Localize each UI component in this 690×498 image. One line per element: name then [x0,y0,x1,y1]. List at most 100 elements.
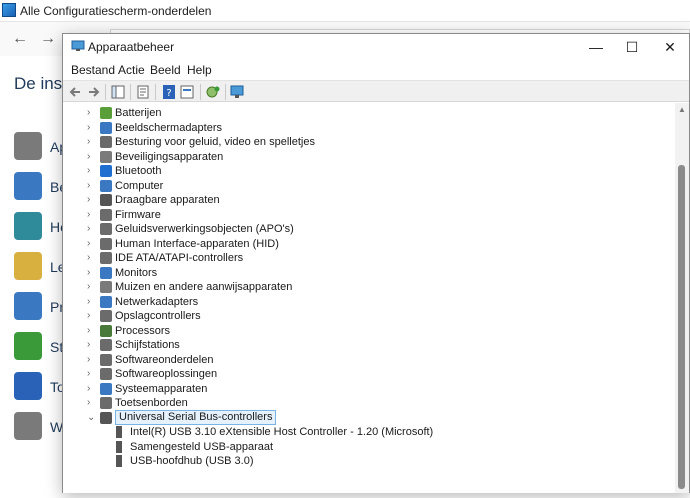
help-icon[interactable]: ? [161,84,177,100]
tree-category-row[interactable]: ⌄ Universal Serial Bus-controllers [63,409,663,425]
tree-category-label: Softwareonderdelen [115,353,214,366]
control-panel-item[interactable]: He [14,212,68,242]
view-icon[interactable] [179,84,195,100]
display-adapter-icon [100,121,112,134]
chevron-right-icon[interactable]: › [87,295,97,309]
usb-device-row[interactable]: Samengesteld USB-apparaat [63,440,663,454]
control-panel-item[interactable]: Le [14,252,66,282]
menu-help[interactable]: Help [187,63,212,77]
device-tree[interactable]: › Batterijen › Beeldschermadapters › Besturin… [63,103,675,493]
tree-category-row[interactable]: › Softwareoplossingen [63,367,663,381]
font-file-icon [14,252,42,280]
tree-category-row[interactable]: › Netwerkadapters [63,295,663,309]
tree-category-row[interactable]: › Opslagcontrollers [63,309,663,323]
control-panel-item[interactable]: To [14,372,65,402]
tree-category-row[interactable]: › Bluetooth [63,164,663,178]
tree-category-label: IDE ATA/ATAPI-controllers [115,252,244,264]
maximize-button[interactable]: ☐ [613,34,651,60]
chevron-right-icon[interactable]: › [87,324,97,338]
tree-category-row[interactable]: › Softwareonderdelen [63,353,663,367]
monitor-icon [100,266,112,279]
chevron-right-icon[interactable]: › [87,150,97,164]
usb-device-row[interactable]: USB-hoofdhub (USB 3.0) [63,454,663,468]
tree-category-row[interactable]: › Schijfstations [63,338,663,352]
chevron-right-icon[interactable]: › [87,382,97,396]
tree-category-row[interactable]: › Beeldschermadapters [63,121,663,135]
chevron-right-icon[interactable]: › [87,135,97,149]
scroll-up-icon[interactable]: ▲ [678,105,686,114]
forward-icon[interactable] [85,84,101,100]
usb-device-row[interactable]: Intel(R) USB 3.10 eXtensible Host Contro… [63,425,663,439]
speaker-icon [100,136,112,148]
chevron-right-icon[interactable]: › [87,280,97,294]
chevron-right-icon[interactable]: › [87,106,97,120]
usb-device-label: USB-hoofdhub (USB 3.0) [130,455,254,467]
forward-arrow-icon[interactable]: → [40,30,56,48]
minimize-button[interactable]: — [577,34,615,60]
usb-icon [100,411,112,424]
tree-category-label: Systeemapparaten [115,382,208,395]
tree-category-row[interactable]: › Muizen en andere aanwijsapparaten [63,280,663,294]
chevron-right-icon[interactable]: › [87,396,97,410]
monitor-restore-icon [14,212,42,240]
monitor-scan-icon[interactable] [229,84,245,100]
chevron-right-icon[interactable]: › [87,353,97,367]
control-panel-item[interactable]: Ap [14,132,67,162]
vertical-scrollbar[interactable]: ▲ [675,103,689,493]
usb-device-icon [116,426,122,438]
tree-category-row[interactable]: › Besturing voor geluid, video en spellet… [63,135,663,149]
tree-category-label: Toetsenborden [115,397,188,409]
back-arrow-icon[interactable]: ← [12,30,28,48]
properties-icon[interactable] [135,84,151,100]
tree-category-row[interactable]: › Human Interface-apparaten (HID) [63,237,663,251]
tree-category-label: Beveiligingsapparaten [115,150,224,163]
chevron-right-icon[interactable]: › [87,208,97,222]
tree-category-row[interactable]: › Toetsenborden [63,396,663,410]
control-panel-item[interactable]: W [14,412,64,442]
back-icon[interactable] [68,84,84,100]
control-panel-item[interactable]: Pr [14,292,64,322]
tree-category-label: Batterijen [115,107,162,119]
chevron-right-icon[interactable]: › [87,193,97,207]
chevron-right-icon[interactable]: › [87,251,97,265]
chevron-right-icon[interactable]: › [87,367,97,381]
tree-category-label: Universal Serial Bus-controllers [115,409,277,425]
close-button[interactable]: ✕ [651,34,689,60]
chevron-right-icon[interactable]: › [87,338,97,352]
control-panel-titlebar: Alle Configuratiescherm-onderdelen [0,0,690,22]
chevron-right-icon[interactable]: › [87,309,97,323]
tree-category-row[interactable]: › IDE ATA/ATAPI-controllers [63,251,663,265]
chevron-right-icon[interactable]: › [87,222,97,236]
tree-category-row[interactable]: › Monitors [63,266,663,280]
tree-category-row[interactable]: › Batterijen [63,106,663,120]
tree-category-row[interactable]: › Draagbare apparaten [63,193,663,207]
tree-category-row[interactable]: › Computer [63,179,663,193]
console-tree-icon[interactable] [110,84,126,100]
control-panel-item[interactable]: Be [14,172,67,202]
flag-icon [14,172,42,200]
device-manager-app-icon [71,40,85,51]
tree-category-label: Netwerkadapters [115,295,199,308]
menu-actie[interactable]: Actie [118,63,145,77]
control-panel-item[interactable]: Sta [14,332,71,362]
chevron-down-icon[interactable]: ⌄ [87,411,97,425]
scan-hardware-icon[interactable] [205,84,221,100]
chevron-right-icon[interactable]: › [87,179,97,193]
scrollbar-thumb[interactable] [678,165,685,489]
menu-bestand[interactable]: Bestand [71,63,115,77]
chevron-right-icon[interactable]: › [87,164,97,178]
tree-category-row[interactable]: › Beveiligingsapparaten [63,150,663,164]
printer-icon [14,132,42,160]
control-panel-title: Alle Configuratiescherm-onderdelen [20,4,212,18]
tree-category-row[interactable]: › Systeemapparaten [63,382,663,396]
menu-beeld[interactable]: Beeld [150,63,181,77]
chevron-right-icon[interactable]: › [87,237,97,251]
tree-category-label: Besturing voor geluid, video en spelletj… [115,136,315,148]
chevron-right-icon[interactable]: › [87,121,97,135]
tree-category-row[interactable]: › Firmware [63,208,663,222]
chevron-right-icon[interactable]: › [87,266,97,280]
tree-category-label: Muizen en andere aanwijsapparaten [115,281,293,293]
tree-category-row[interactable]: › Processors [63,324,663,338]
tree-category-label: Processors [115,324,171,337]
tree-category-row[interactable]: › Geluidsverwerkingsobjecten (APO's) [63,222,663,236]
